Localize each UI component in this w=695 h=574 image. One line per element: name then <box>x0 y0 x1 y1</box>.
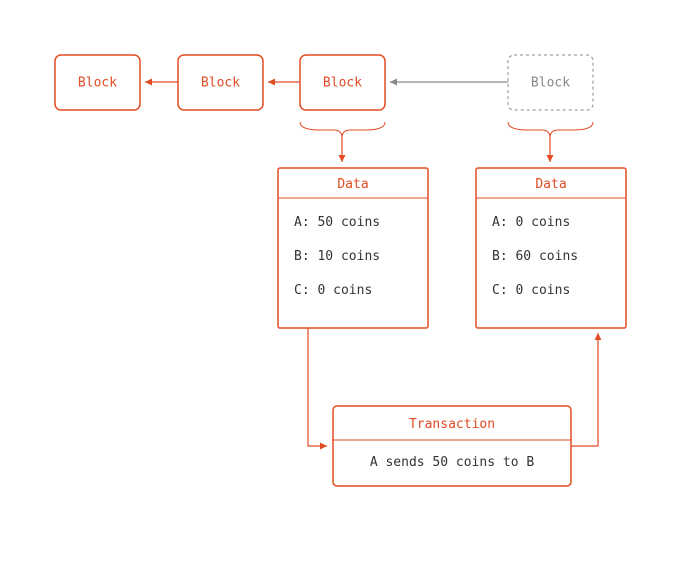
arrow-data-to-txn <box>308 328 327 446</box>
block-2: Block <box>178 55 263 110</box>
block-3-label: Block <box>323 76 362 91</box>
transaction-title: Transaction <box>409 417 495 432</box>
data-right-row-2: C: 0 coins <box>492 283 570 298</box>
data-box-right: Data A: 0 coins B: 60 coins C: 0 coins <box>476 168 626 328</box>
blockchain-diagram: Block Block Block Block Data A: 50 coins… <box>0 0 695 574</box>
block-2-label: Block <box>201 76 240 91</box>
data-left-row-1: B: 10 coins <box>294 249 380 264</box>
transaction-box: Transaction A sends 50 coins to B <box>333 406 571 486</box>
data-right-title: Data <box>535 177 566 192</box>
block-4-label: Block <box>531 76 570 91</box>
data-left-title: Data <box>337 177 368 192</box>
data-right-row-1: B: 60 coins <box>492 249 578 264</box>
brace-block3 <box>300 122 385 138</box>
brace-block4 <box>508 122 593 138</box>
data-box-left: Data A: 50 coins B: 10 coins C: 0 coins <box>278 168 428 328</box>
block-3: Block <box>300 55 385 110</box>
arrow-txn-to-data <box>571 333 598 446</box>
block-1: Block <box>55 55 140 110</box>
block-4-pending: Block <box>508 55 593 110</box>
data-left-row-2: C: 0 coins <box>294 283 372 298</box>
transaction-body: A sends 50 coins to B <box>370 455 535 470</box>
data-left-row-0: A: 50 coins <box>294 215 380 230</box>
data-right-row-0: A: 0 coins <box>492 215 570 230</box>
block-1-label: Block <box>78 76 117 91</box>
